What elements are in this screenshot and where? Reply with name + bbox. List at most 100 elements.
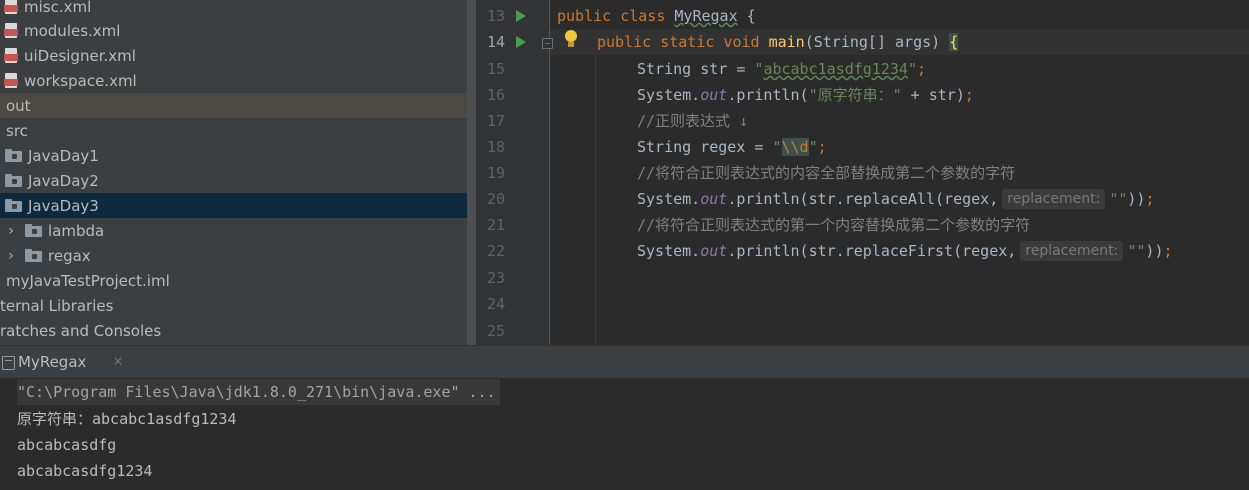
params: (String[] args) bbox=[804, 33, 941, 51]
method-name: main bbox=[768, 33, 805, 51]
intention-bulb-icon[interactable] bbox=[564, 30, 578, 50]
package-folder-icon bbox=[5, 199, 22, 212]
code-line-18: String regex = "\\d"; bbox=[637, 134, 827, 160]
semicolon: ; bbox=[916, 60, 926, 78]
keyword: class bbox=[620, 7, 666, 25]
tree-item-misc-xml[interactable]: misc.xml bbox=[0, 0, 478, 19]
console-output-line: abcabcasdfg bbox=[17, 436, 117, 454]
tree-item-out[interactable]: out bbox=[0, 93, 478, 118]
indent-guide bbox=[595, 56, 596, 345]
console-output-line: 原字符串：abcabc1asdfg1234 bbox=[17, 410, 237, 428]
gutter-separator bbox=[549, 0, 550, 345]
tree-item-iml[interactable]: myJavaTestProject.iml bbox=[0, 268, 478, 293]
line-number: 15 bbox=[486, 60, 505, 78]
code-text: )) bbox=[1127, 190, 1146, 208]
brace: { bbox=[746, 7, 756, 25]
chevron-right-icon[interactable]: › bbox=[3, 248, 19, 264]
static-field: out bbox=[700, 242, 728, 260]
keyword: public bbox=[597, 33, 652, 51]
code-line-21: //将符合正则表达式的第一个内容替换成第二个参数的字符 bbox=[637, 216, 1031, 234]
escape-sequence: \\d bbox=[781, 138, 809, 156]
run-tab-myregax[interactable]: MyRegax bbox=[18, 353, 86, 371]
tree-item-javaday2[interactable]: JavaDay2 bbox=[0, 168, 478, 193]
string-literal: "原字符串：" bbox=[808, 86, 902, 104]
tree-item-modules-xml[interactable]: modules.xml bbox=[0, 18, 478, 43]
xml-file-icon bbox=[4, 22, 18, 39]
code-text: String regex = bbox=[637, 138, 773, 156]
tree-item-label: src bbox=[6, 121, 28, 140]
keyword: void bbox=[723, 33, 760, 51]
tree-item-label: modules.xml bbox=[24, 21, 121, 40]
code-text: )) bbox=[1145, 242, 1164, 260]
parameter-hint: replacement: bbox=[1002, 189, 1106, 209]
quote: " bbox=[808, 138, 818, 156]
tree-item-regax[interactable]: › regax bbox=[0, 243, 478, 268]
line-number: 20 bbox=[486, 190, 505, 208]
editor-gutter: 13 14 15 16 17 18 19 20 21 22 23 24 25 bbox=[479, 0, 549, 345]
console-output-line: abcabcasdfg1234 bbox=[17, 462, 153, 480]
code-text: + str) bbox=[901, 86, 965, 104]
line-number: 23 bbox=[486, 269, 505, 287]
code-editor[interactable]: 13 14 15 16 17 18 19 20 21 22 23 24 25 −… bbox=[479, 0, 1249, 345]
tree-item-label: misc.xml bbox=[24, 0, 92, 16]
tree-item-label: out bbox=[6, 96, 31, 115]
tree-item-lambda[interactable]: › lambda bbox=[0, 218, 478, 243]
tree-item-src[interactable]: src bbox=[0, 118, 478, 143]
chevron-right-icon[interactable]: › bbox=[3, 223, 19, 239]
xml-file-icon bbox=[4, 72, 18, 89]
tree-item-external-libraries[interactable]: ternal Libraries bbox=[0, 293, 478, 318]
string-literal: "" bbox=[1127, 242, 1146, 260]
line-number: 17 bbox=[486, 112, 505, 130]
string-literal: "" bbox=[1109, 190, 1128, 208]
class-name: MyRegax bbox=[674, 7, 738, 25]
tree-item-label: JavaDay1 bbox=[28, 146, 99, 165]
semicolon: ; bbox=[1145, 190, 1155, 208]
tree-item-label: ratches and Consoles bbox=[0, 321, 162, 340]
code-line-19: //将符合正则表达式的内容全部替换成第二个参数的字符 bbox=[637, 164, 1016, 182]
package-folder-icon bbox=[25, 224, 42, 237]
tree-item-javaday1[interactable]: JavaDay1 bbox=[0, 143, 478, 168]
close-icon[interactable]: × bbox=[113, 354, 123, 368]
quote: " bbox=[772, 138, 782, 156]
line-number: 19 bbox=[486, 164, 505, 182]
line-number: 18 bbox=[486, 138, 505, 156]
tree-item-label: ternal Libraries bbox=[0, 296, 114, 315]
run-config-icon bbox=[2, 356, 15, 370]
string-literal: abcabc1asdfg1234 bbox=[763, 60, 908, 78]
package-folder-icon bbox=[25, 249, 42, 262]
code-line-14: public static void main(String[] args) { bbox=[597, 29, 959, 55]
keyword: public bbox=[557, 7, 612, 25]
line-number: 13 bbox=[486, 7, 505, 25]
tree-item-workspace-xml[interactable]: workspace.xml bbox=[0, 68, 478, 93]
parameter-hint: replacement: bbox=[1020, 241, 1124, 261]
semicolon: ; bbox=[817, 138, 827, 156]
console-command-line: "C:\Program Files\Java\jdk1.8.0_271\bin\… bbox=[17, 379, 500, 405]
run-console[interactable]: "C:\Program Files\Java\jdk1.8.0_271\bin\… bbox=[0, 378, 1249, 490]
code-text: .println(str.replaceAll(regex, bbox=[727, 190, 999, 208]
project-tree: misc.xml modules.xml uiDesigner.xml work… bbox=[0, 0, 478, 345]
code-line-15: String str = "abcabc1asdfg1234"; bbox=[637, 56, 926, 82]
tree-item-scratches[interactable]: ratches and Consoles bbox=[0, 318, 478, 343]
semicolon: ; bbox=[964, 86, 974, 104]
semicolon: ; bbox=[1163, 242, 1173, 260]
fold-icon[interactable]: − bbox=[542, 38, 553, 49]
code-line-16: System.out.println("原字符串：" + str); bbox=[637, 82, 974, 108]
line-number: 16 bbox=[486, 86, 505, 104]
code-line-17: //正则表达式 ↓ bbox=[637, 112, 749, 130]
tree-item-label: myJavaTestProject.iml bbox=[6, 271, 170, 290]
code-text: System. bbox=[637, 190, 701, 208]
tree-item-label: workspace.xml bbox=[24, 71, 137, 90]
code-text: String str = bbox=[637, 60, 755, 78]
line-number: 14 bbox=[486, 33, 505, 51]
tree-scrollbar[interactable] bbox=[467, 0, 476, 345]
run-main-icon[interactable] bbox=[516, 36, 526, 48]
tree-item-javaday3[interactable]: JavaDay3 bbox=[0, 193, 478, 218]
brace: { bbox=[949, 33, 959, 51]
quote: " bbox=[907, 60, 917, 78]
code-line-22: System.out.println(str.replaceFirst(rege… bbox=[637, 238, 1173, 264]
run-class-icon[interactable] bbox=[516, 10, 526, 22]
tree-item-label: uiDesigner.xml bbox=[24, 46, 136, 65]
code-text: .println(str.replaceFirst(regex, bbox=[727, 242, 1017, 260]
line-number: 25 bbox=[486, 322, 505, 340]
tree-item-uidesigner-xml[interactable]: uiDesigner.xml bbox=[0, 43, 478, 68]
